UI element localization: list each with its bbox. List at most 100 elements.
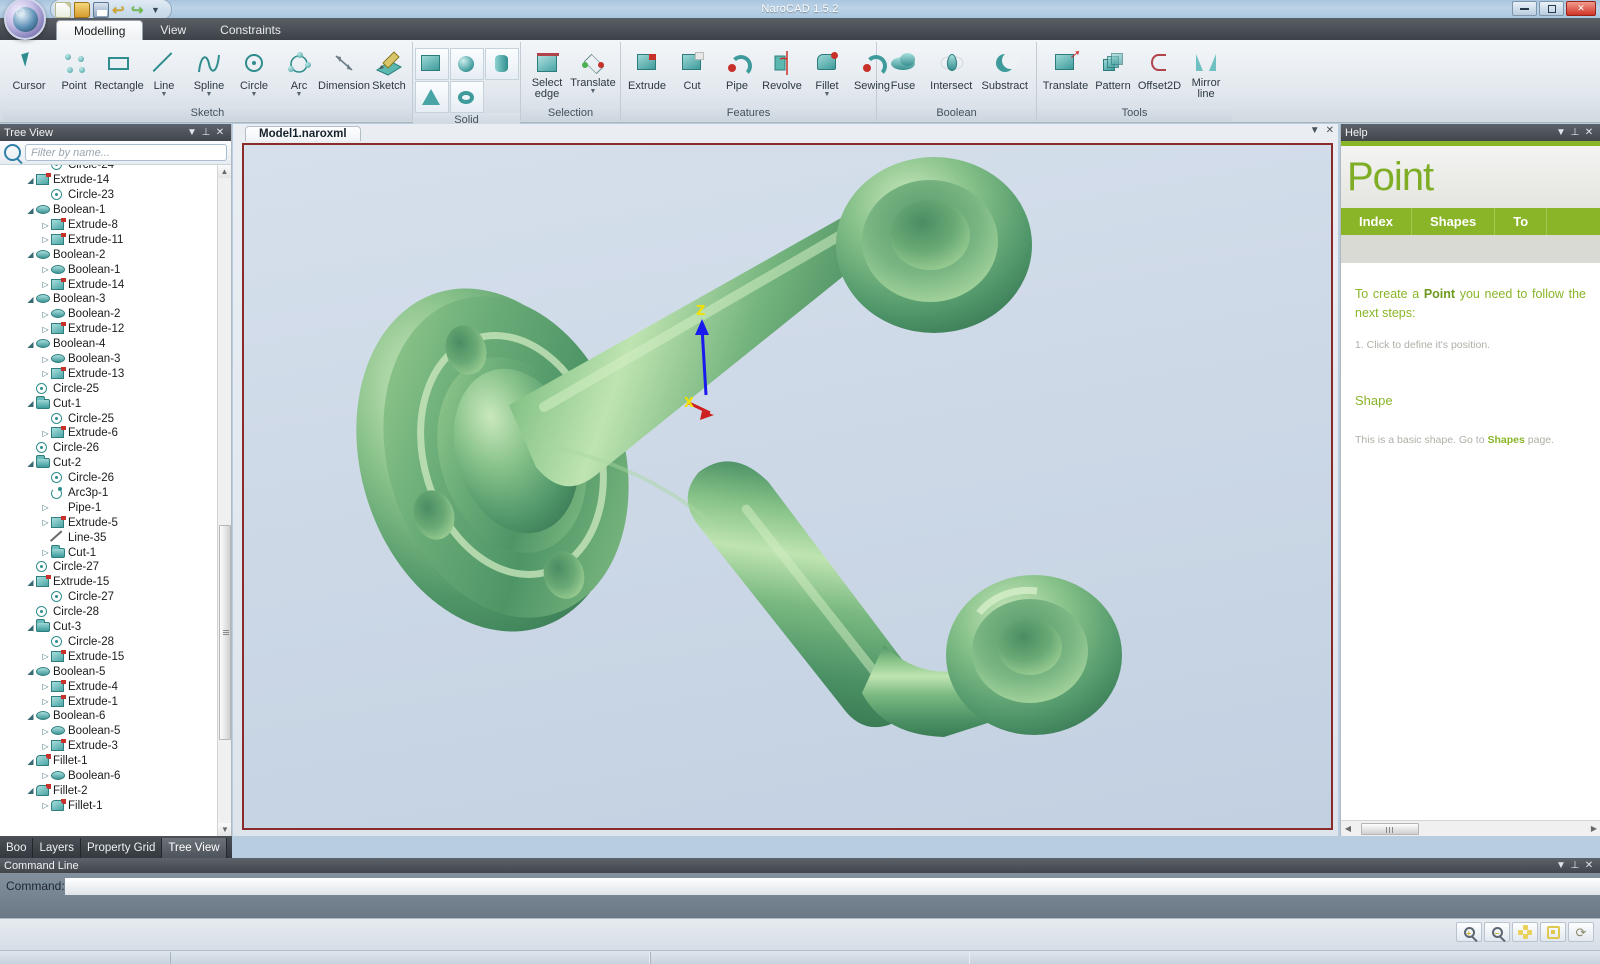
tool-revolve[interactable]: Revolve (760, 45, 804, 95)
tree-item[interactable]: ▷Cut-1 (0, 545, 218, 560)
tree-twisty-expanded-icon[interactable]: ◢ (25, 459, 36, 468)
tree-item[interactable]: ◢Fillet-1 (0, 754, 218, 769)
tool-pattern[interactable]: Pattern (1091, 45, 1135, 95)
command-input[interactable] (65, 878, 1600, 895)
tree-twisty-expanded-icon[interactable]: ◢ (25, 712, 36, 721)
help-footer-link[interactable]: Shapes (1487, 434, 1524, 446)
tree-twisty-expanded-icon[interactable]: ◢ (25, 786, 36, 795)
tree-item[interactable]: ▷Extrude-4 (0, 679, 218, 694)
tool-fillet[interactable]: Fillet ▼ (805, 45, 849, 101)
tree-item[interactable]: Circle-26 (0, 471, 218, 486)
tree-item[interactable]: ▷Boolean-2 (0, 307, 218, 322)
tree-item[interactable]: ▷Extrude-15 (0, 649, 218, 664)
tool-translate-selection[interactable]: Translate ▼ (570, 45, 616, 98)
tree-item[interactable]: Circle-25 (0, 411, 218, 426)
document-tab-model1[interactable]: Model1.naroxml (245, 126, 361, 141)
tree-twisty-collapsed-icon[interactable]: ▷ (40, 548, 51, 557)
help-scroll-track[interactable] (1355, 822, 1587, 836)
chevron-down-icon[interactable]: ▼ (161, 92, 168, 98)
tree-twisty-expanded-icon[interactable]: ◢ (25, 176, 36, 185)
tool-spline[interactable]: Spline ▼ (187, 45, 231, 101)
open-file-icon[interactable] (74, 2, 90, 18)
tree-item[interactable]: Circle-27 (0, 590, 218, 605)
chevron-down-icon[interactable]: ▼ (206, 92, 213, 98)
tree-item[interactable]: ▷Boolean-3 (0, 352, 218, 367)
tree-item[interactable]: Circle-24 (0, 165, 218, 173)
tree-item[interactable]: ▷Extrude-11 (0, 232, 218, 247)
help-nav-tools[interactable]: To (1495, 208, 1547, 235)
tool-pipe[interactable]: Pipe (715, 45, 759, 95)
zoom-out-icon[interactable]: − (1484, 922, 1510, 942)
tree-twisty-expanded-icon[interactable]: ◢ (25, 340, 36, 349)
tool-offset2d[interactable]: Offset2D (1136, 45, 1183, 95)
tree-item[interactable]: ▷Pipe-1 (0, 500, 218, 515)
redo-icon[interactable] (131, 2, 147, 18)
tool-circle[interactable]: Circle ▼ (232, 45, 276, 101)
tree-item[interactable]: Circle-28 (0, 635, 218, 650)
close-button[interactable]: ✕ (1566, 1, 1596, 16)
tree-item[interactable]: Circle-26 (0, 441, 218, 456)
tree-item[interactable]: Arc3p-1 (0, 486, 218, 501)
tree-twisty-expanded-icon[interactable]: ◢ (25, 295, 36, 304)
tool-point[interactable]: Point (52, 45, 96, 95)
tree-filter-input[interactable] (25, 144, 227, 161)
app-logo-button[interactable] (4, 0, 46, 40)
restore-button[interactable] (1539, 1, 1564, 16)
close-icon[interactable]: ✕ (1326, 125, 1334, 136)
tab-modelling[interactable]: Modelling (56, 20, 143, 40)
minimize-button[interactable] (1512, 1, 1537, 16)
tree-item[interactable]: ▷Boolean-1 (0, 262, 218, 277)
tree-twisty-collapsed-icon[interactable]: ▷ (40, 742, 51, 751)
tree-scrollbar[interactable]: ▲ ▼ (217, 165, 231, 836)
tool-arc[interactable]: Arc ▼ (277, 45, 321, 101)
tree-item[interactable]: Circle-28 (0, 605, 218, 620)
tree-twisty-expanded-icon[interactable]: ◢ (25, 250, 36, 259)
tree-twisty-collapsed-icon[interactable]: ▷ (40, 310, 51, 319)
tree-item[interactable]: ◢Boolean-5 (0, 664, 218, 679)
chevron-down-icon[interactable]: ▼ (1310, 125, 1320, 136)
tree-twisty-expanded-icon[interactable]: ◢ (25, 667, 36, 676)
tree-item[interactable]: ▷Extrude-12 (0, 322, 218, 337)
pin-icon[interactable]: ⊥ (1568, 860, 1582, 871)
tree-item[interactable]: ▷Boolean-5 (0, 724, 218, 739)
tool-extrude[interactable]: Extrude (625, 45, 669, 95)
tree-item[interactable]: ◢Extrude-14 (0, 173, 218, 188)
tree-twisty-collapsed-icon[interactable]: ▷ (40, 221, 51, 230)
solid-cylinder-button[interactable] (485, 48, 519, 80)
tree-item[interactable]: ▷Extrude-3 (0, 739, 218, 754)
help-nav-shapes[interactable]: Shapes (1412, 208, 1495, 235)
tree-twisty-collapsed-icon[interactable]: ▷ (40, 801, 51, 810)
tool-intersect[interactable]: Intersect (926, 45, 976, 95)
tree-item[interactable]: ▷Fillet-1 (0, 798, 218, 813)
tree-twisty-expanded-icon[interactable]: ◢ (25, 206, 36, 215)
solid-cone-button[interactable] (415, 81, 449, 113)
chevron-down-icon[interactable]: ▼ (185, 127, 199, 138)
chevron-down-icon[interactable]: ▼ (251, 92, 258, 98)
close-icon[interactable]: ✕ (213, 127, 227, 138)
tree-item[interactable]: ◢Cut-3 (0, 620, 218, 635)
tree-twisty-expanded-icon[interactable]: ◢ (25, 399, 36, 408)
tree-item[interactable]: Line-35 (0, 530, 218, 545)
tree-twisty-collapsed-icon[interactable]: ▷ (40, 727, 51, 736)
undo-icon[interactable] (112, 2, 128, 18)
pin-icon[interactable]: ⊥ (1568, 127, 1582, 138)
tree-twisty-collapsed-icon[interactable]: ▷ (40, 682, 51, 691)
scroll-left-icon[interactable]: ◀ (1341, 824, 1355, 833)
tree-twisty-collapsed-icon[interactable]: ▷ (40, 518, 51, 527)
solid-box-button[interactable] (415, 48, 449, 80)
tree-item[interactable]: ◢Fillet-2 (0, 783, 218, 798)
save-file-icon[interactable] (93, 2, 109, 18)
tree-item[interactable]: Circle-27 (0, 560, 218, 575)
tree-twisty-collapsed-icon[interactable]: ▷ (40, 429, 51, 438)
solid-sphere-button[interactable] (450, 48, 484, 80)
tool-cursor[interactable]: Cursor (7, 45, 51, 95)
pin-icon[interactable]: ⊥ (199, 127, 213, 138)
chevron-down-icon[interactable]: ▼ (824, 92, 831, 98)
close-icon[interactable]: ✕ (1582, 860, 1596, 871)
quick-access-more-icon[interactable]: ▼ (151, 5, 160, 15)
tree-twisty-collapsed-icon[interactable]: ▷ (40, 503, 51, 512)
close-icon[interactable]: ✕ (1582, 127, 1596, 138)
tree-twisty-collapsed-icon[interactable]: ▷ (40, 280, 51, 289)
tree-item[interactable]: Circle-25 (0, 381, 218, 396)
tool-rectangle[interactable]: Rectangle (97, 45, 141, 95)
